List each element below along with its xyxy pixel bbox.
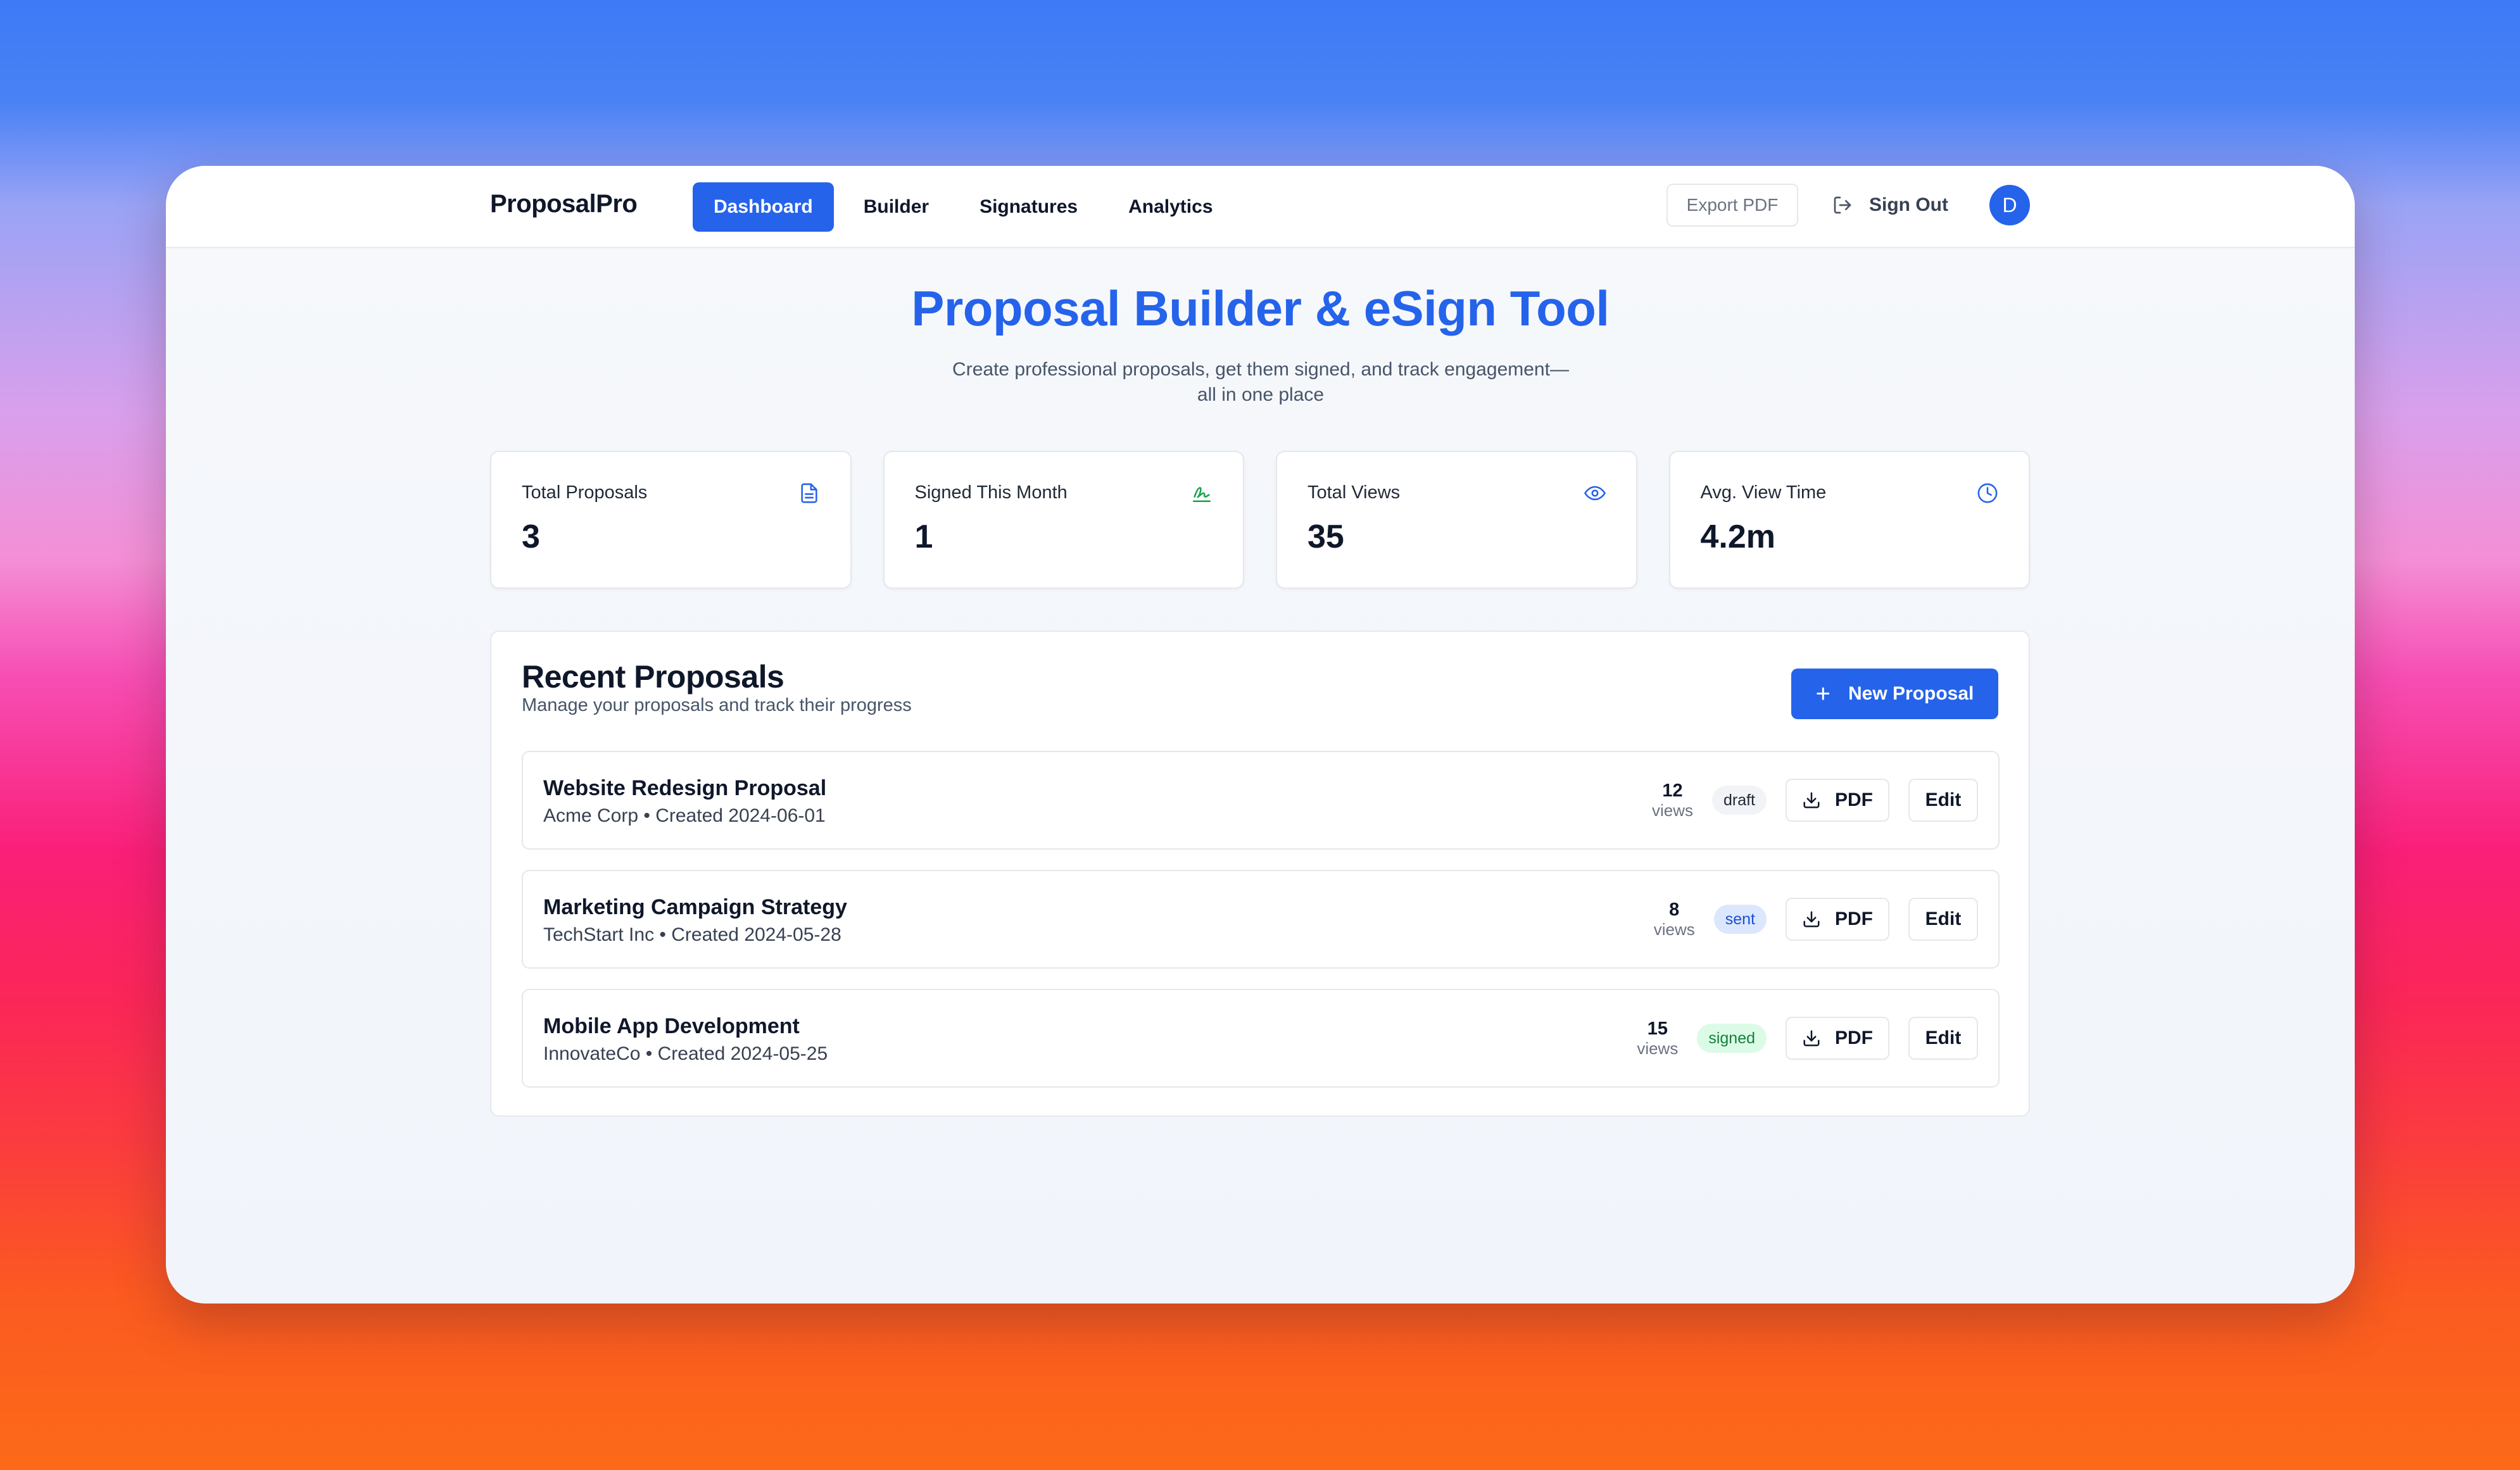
plus-icon: + [1815, 680, 1830, 708]
page-title: Proposal Builder & eSign Tool [911, 280, 1610, 336]
proposal-list: Website Redesign Proposal Acme Corp • Cr… [522, 751, 2000, 1108]
proposal-meta: InnovateCo • Created 2024-05-25 [543, 1043, 828, 1064]
view-count-number: 8 [1669, 899, 1680, 920]
proposal-name: Marketing Campaign Strategy [543, 895, 847, 919]
section-subtitle: Manage your proposals and track their pr… [522, 695, 912, 715]
proposal-name: Mobile App Development [543, 1014, 800, 1038]
stat-card-avg-view-time: Avg. View Time 4.2m [1668, 451, 2030, 589]
pdf-label: PDF [1835, 789, 1873, 810]
tab-dashboard[interactable]: Dashboard [693, 182, 834, 232]
app-window: ProposalPro Dashboard Builder Signatures… [166, 166, 2355, 1304]
proposal-name: Website Redesign Proposal [543, 776, 827, 800]
signature-icon [1192, 487, 1211, 503]
sign-out-label: Sign Out [1869, 194, 1948, 215]
proposal-actions: 12 views draft PDF Edit [1652, 752, 1978, 848]
stat-value: 4.2m [1700, 518, 1776, 555]
download-pdf-button[interactable]: PDF [1786, 779, 1889, 822]
proposal-row[interactable]: Website Redesign Proposal Acme Corp • Cr… [522, 751, 2000, 850]
tab-analytics[interactable]: Analytics [1107, 182, 1233, 232]
proposal-row[interactable]: Mobile App Development InnovateCo • Crea… [522, 989, 2000, 1088]
user-avatar[interactable]: D [1989, 185, 2030, 225]
section-title: Recent Proposals [522, 659, 784, 694]
page-subtitle: Create professional proposals, get them … [952, 359, 1569, 405]
edit-button[interactable]: Edit [1908, 898, 1978, 941]
tab-builder[interactable]: Builder [843, 182, 950, 232]
download-icon [1803, 1030, 1820, 1046]
view-count: 12 views [1652, 781, 1693, 819]
stat-label: Total Proposals [522, 482, 648, 503]
download-icon [1803, 911, 1820, 927]
stat-value: 3 [522, 518, 540, 555]
status-badge: draft [1711, 786, 1767, 815]
stats-row: Total Proposals 3 Signed This Month 1 To… [490, 451, 2030, 589]
status-badge: signed [1697, 1024, 1767, 1053]
edit-button[interactable]: Edit [1908, 779, 1978, 822]
tab-signatures[interactable]: Signatures [959, 182, 1099, 232]
eye-icon [1584, 486, 1606, 501]
pdf-label: PDF [1835, 908, 1873, 929]
main-nav: Dashboard Builder Signatures Analytics [693, 182, 1234, 232]
download-icon [1803, 792, 1820, 808]
download-pdf-button[interactable]: PDF [1786, 898, 1889, 941]
proposal-meta: Acme Corp • Created 2024-06-01 [543, 805, 826, 826]
recent-proposals-panel: Recent Proposals Manage your proposals a… [490, 631, 2030, 1117]
proposal-actions: 8 views sent PDF Edit [1654, 871, 1978, 967]
view-count-number: 12 [1662, 780, 1683, 801]
logout-icon [1834, 196, 1851, 214]
proposal-row[interactable]: Marketing Campaign Strategy TechStart In… [522, 870, 2000, 969]
view-count-label: views [1637, 1038, 1679, 1058]
stat-label: Signed This Month [914, 482, 1068, 503]
brand-logo[interactable]: ProposalPro [490, 190, 638, 218]
view-count: 8 views [1654, 900, 1695, 938]
top-navbar: ProposalPro Dashboard Builder Signatures… [166, 166, 2355, 248]
stat-label: Total Views [1307, 482, 1401, 503]
stat-value: 35 [1307, 518, 1344, 555]
clock-icon [1977, 483, 1998, 503]
view-count: 15 views [1637, 1019, 1678, 1057]
status-badge: sent [1713, 905, 1767, 934]
pdf-label: PDF [1835, 1027, 1873, 1048]
proposal-actions: 15 views signed PDF Edit [1637, 990, 1978, 1086]
new-proposal-label: New Proposal [1848, 683, 1974, 704]
view-count-label: views [1653, 919, 1695, 939]
edit-button[interactable]: Edit [1908, 1017, 1978, 1060]
document-icon [800, 483, 817, 503]
download-pdf-button[interactable]: PDF [1786, 1017, 1889, 1060]
stat-card-total-views: Total Views 35 [1276, 451, 1637, 589]
export-pdf-button[interactable]: Export PDF [1666, 184, 1798, 227]
view-count-number: 15 [1647, 1018, 1668, 1039]
sign-out-button[interactable]: Sign Out [1832, 184, 1948, 227]
stat-value: 1 [914, 518, 933, 555]
view-count-label: views [1651, 800, 1693, 820]
stat-label: Avg. View Time [1700, 482, 1827, 503]
new-proposal-button[interactable]: + New Proposal [1791, 669, 1998, 719]
stat-card-total-proposals: Total Proposals 3 [490, 451, 852, 589]
proposal-meta: TechStart Inc • Created 2024-05-28 [543, 924, 841, 945]
stat-card-signed-this-month: Signed This Month 1 [883, 451, 1244, 589]
